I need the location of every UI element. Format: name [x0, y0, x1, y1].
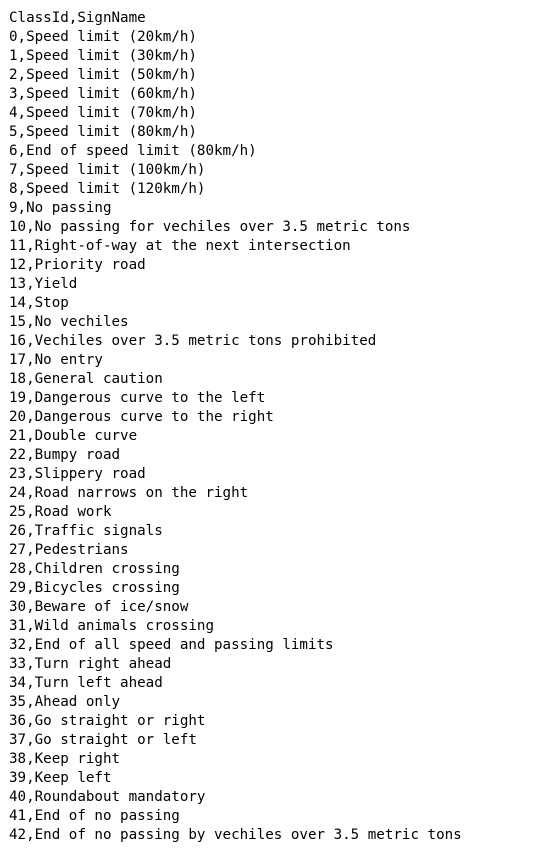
csv-line: 27,Pedestrians: [9, 542, 129, 558]
csv-line: 2,Speed limit (50km/h): [9, 67, 197, 83]
csv-line: 0,Speed limit (20km/h): [9, 29, 197, 45]
csv-line: 26,Traffic signals: [9, 523, 163, 539]
csv-line: 25,Road work: [9, 504, 112, 520]
csv-line: 7,Speed limit (100km/h): [9, 162, 206, 178]
csv-line: 19,Dangerous curve to the left: [9, 390, 266, 406]
csv-header-line: ClassId,SignName: [9, 10, 146, 26]
csv-line: 4,Speed limit (70km/h): [9, 105, 197, 121]
csv-line: 29,Bicycles crossing: [9, 580, 180, 596]
csv-line: 10,No passing for vechiles over 3.5 metr…: [9, 219, 411, 235]
csv-line: 14,Stop: [9, 295, 69, 311]
csv-line: 35,Ahead only: [9, 694, 121, 710]
csv-line: 23,Slippery road: [9, 466, 146, 482]
csv-line: 17,No entry: [9, 352, 103, 368]
csv-text-document: ClassId,SignName 0,Speed limit (20km/h) …: [0, 0, 533, 845]
csv-line: 6,End of speed limit (80km/h): [9, 143, 257, 159]
csv-line: 15,No vechiles: [9, 314, 129, 330]
csv-line: 30,Beware of ice/snow: [9, 599, 189, 615]
csv-line: 16,Vechiles over 3.5 metric tons prohibi…: [9, 333, 377, 349]
csv-line: 13,Yield: [9, 276, 78, 292]
csv-line: 5,Speed limit (80km/h): [9, 124, 197, 140]
csv-line: 41,End of no passing: [9, 808, 180, 824]
csv-line: 32,End of all speed and passing limits: [9, 637, 334, 653]
csv-line: 8,Speed limit (120km/h): [9, 181, 206, 197]
csv-line: 36,Go straight or right: [9, 713, 206, 729]
csv-line: 42,End of no passing by vechiles over 3.…: [9, 827, 462, 843]
csv-line: 21,Double curve: [9, 428, 138, 444]
csv-line: 31,Wild animals crossing: [9, 618, 214, 634]
csv-line: 39,Keep left: [9, 770, 112, 786]
csv-line: 1,Speed limit (30km/h): [9, 48, 197, 64]
csv-line: 9,No passing: [9, 200, 112, 216]
csv-line: 22,Bumpy road: [9, 447, 121, 463]
csv-line: 34,Turn left ahead: [9, 675, 163, 691]
csv-line: 11,Right-of-way at the next intersection: [9, 238, 351, 254]
csv-line: 18,General caution: [9, 371, 163, 387]
csv-line: 12,Priority road: [9, 257, 146, 273]
csv-line: 37,Go straight or left: [9, 732, 197, 748]
csv-line: 28,Children crossing: [9, 561, 180, 577]
csv-line: 33,Turn right ahead: [9, 656, 172, 672]
csv-line: 40,Roundabout mandatory: [9, 789, 206, 805]
csv-line: 38,Keep right: [9, 751, 121, 767]
csv-line: 3,Speed limit (60km/h): [9, 86, 197, 102]
csv-line: 20,Dangerous curve to the right: [9, 409, 274, 425]
csv-line: 24,Road narrows on the right: [9, 485, 249, 501]
